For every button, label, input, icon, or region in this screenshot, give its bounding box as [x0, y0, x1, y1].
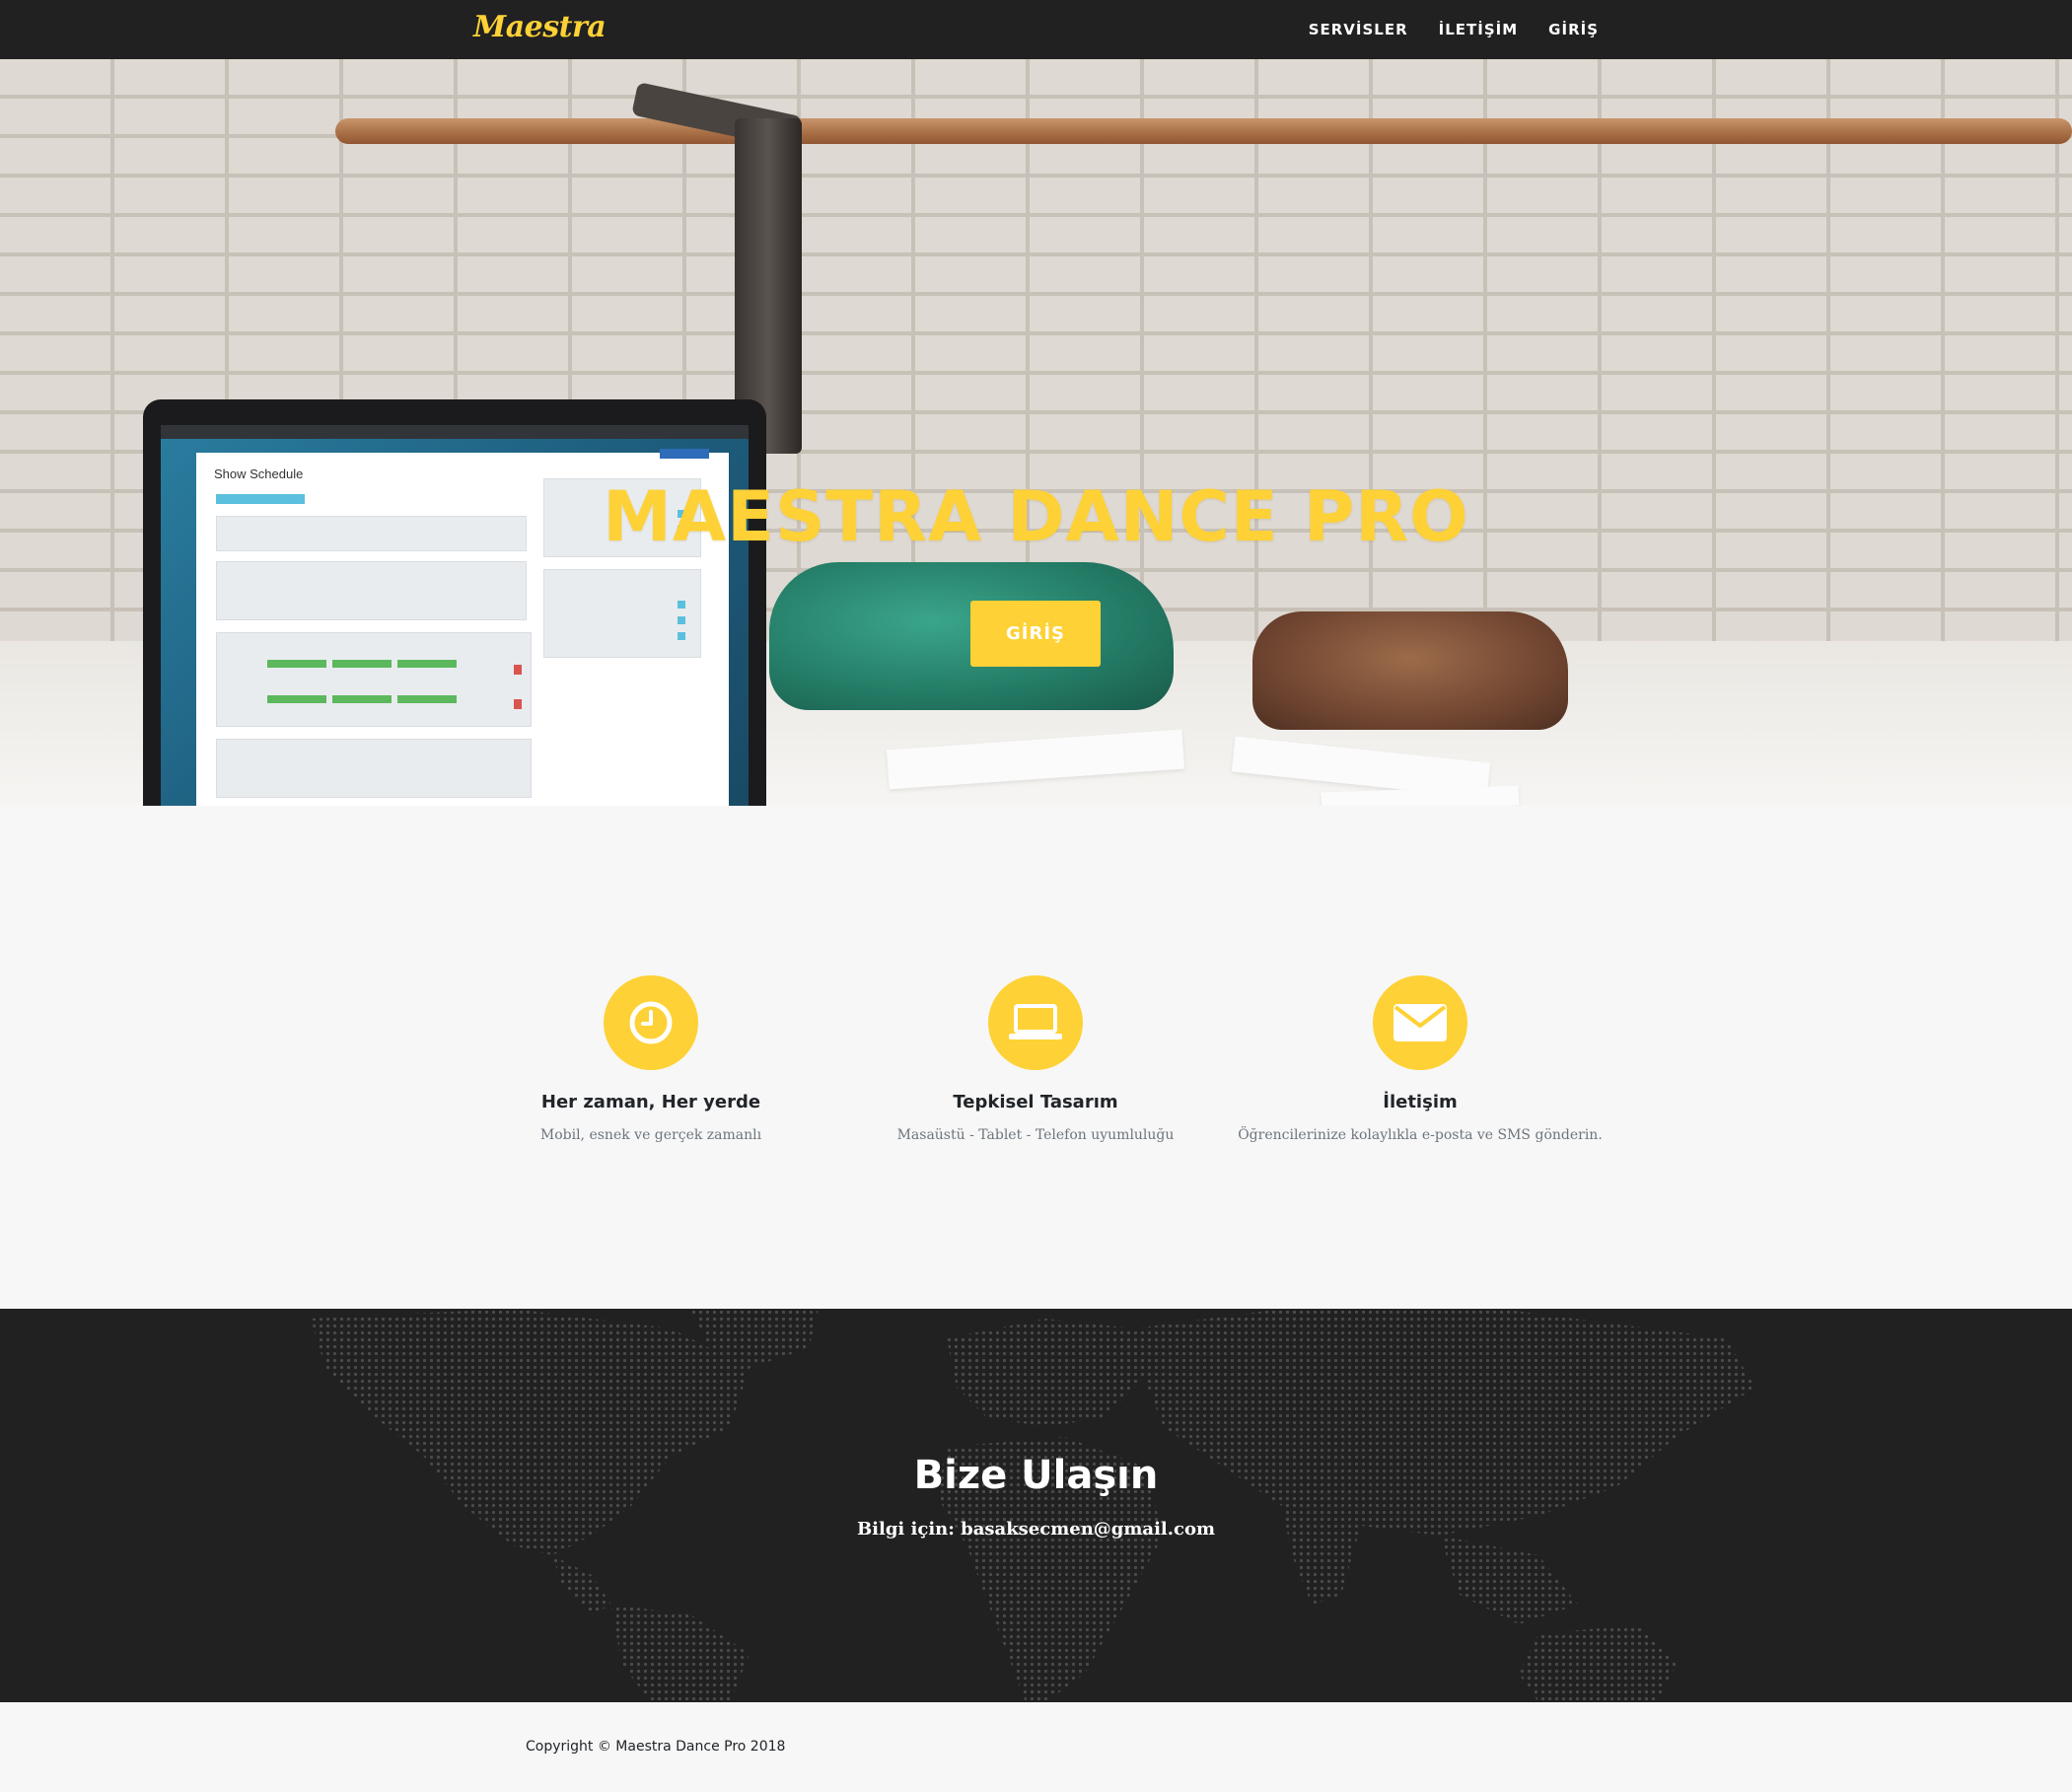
contact-info: Bilgi için: basaksecmen@gmail.com	[856, 1519, 1216, 1540]
laptop-ui-block	[514, 665, 522, 675]
laptop-ui-block	[543, 569, 701, 658]
brown-bag-image	[1252, 611, 1568, 730]
laptop-ui-block	[216, 632, 532, 727]
service-text: Öğrencilerinize kolaylıkla e-posta ve SM…	[1238, 1127, 1603, 1143]
hero-title: MAESTRA DANCE PRO	[603, 476, 1469, 557]
service-item-responsive: Tepkisel Tasarım Masaüstü - Tablet - Tel…	[843, 975, 1228, 1143]
laptop-ui-block	[267, 695, 326, 703]
contact-section: Bize Ulaşın Bilgi için: basaksecmen@gmai…	[0, 1309, 2072, 1702]
envelope-icon	[1373, 975, 1467, 1070]
laptop-ui-block	[678, 632, 685, 640]
clock-icon	[604, 975, 698, 1070]
service-text: Masaüstü - Tablet - Telefon uyumluluğu	[896, 1127, 1175, 1143]
brand-logo[interactable]: Maestra	[473, 10, 607, 44]
laptop-ui-block	[514, 699, 522, 709]
nav-link-login[interactable]: GİRİŞ	[1548, 21, 1599, 38]
service-item-contact: İletişim Öğrencilerinize kolaylıkla e-po…	[1228, 975, 1612, 1143]
laptop-image: Show Schedule	[143, 399, 766, 806]
laptop-ui-block	[397, 695, 457, 703]
footer: Copyright © Maestra Dance Pro 2018	[0, 1702, 2072, 1792]
nav-link-services[interactable]: SERVİSLER	[1309, 21, 1408, 38]
laptop-ui-block	[216, 561, 527, 620]
world-map-background	[311, 1309, 1755, 1702]
laptop-ui-block	[216, 739, 532, 798]
laptop-ui-block	[660, 449, 709, 459]
service-title: Tepkisel Tasarım	[953, 1092, 1118, 1112]
service-text: Mobil, esnek ve gerçek zamanlı	[539, 1127, 762, 1143]
laptop-ui-block	[332, 660, 392, 668]
service-item-anytime: Her zaman, Her yerde Mobil, esnek ve ger…	[459, 975, 843, 1143]
contact-title: Bize Ulaşın	[913, 1453, 1159, 1498]
service-title: Her zaman, Her yerde	[540, 1092, 761, 1112]
laptop-menubar	[161, 425, 749, 439]
copyright-text: Copyright © Maestra Dance Pro 2018	[526, 1739, 786, 1755]
service-title: İletişim	[1383, 1092, 1458, 1112]
hero-section: Show Schedule MAESTRA DANCE PRO GİRİŞ	[0, 59, 2072, 806]
services-section: Her zaman, Her yerde Mobil, esnek ve ger…	[0, 806, 2072, 1309]
nav-links: SERVİSLER İLETİŞİM GİRİŞ	[1309, 0, 1599, 59]
laptop-ui-block	[678, 616, 685, 624]
laptop-icon	[988, 975, 1083, 1070]
laptop-ui-block	[267, 660, 326, 668]
laptop-ui-block	[397, 660, 457, 668]
laptop-ui-block	[332, 695, 392, 703]
ballet-barre	[335, 118, 2072, 144]
nav-link-contact[interactable]: İLETİŞİM	[1439, 21, 1519, 38]
laptop-ui-block	[678, 601, 685, 609]
hero-login-button[interactable]: GİRİŞ	[970, 601, 1101, 667]
navbar: Maestra SERVİSLER İLETİŞİM GİRİŞ	[0, 0, 2072, 59]
